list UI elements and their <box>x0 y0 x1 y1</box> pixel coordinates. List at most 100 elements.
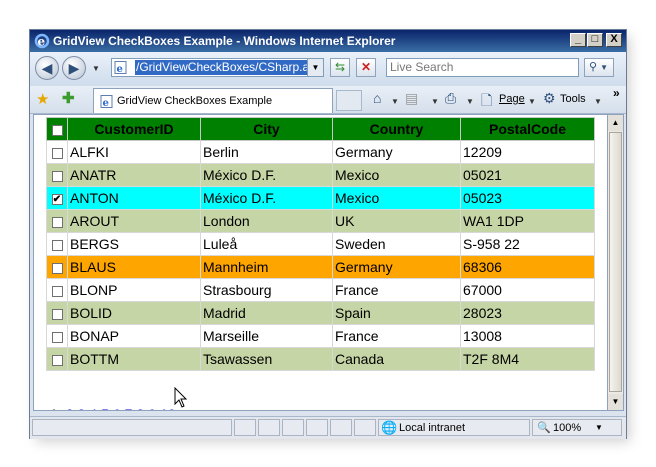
column-header-customerid[interactable]: CustomerID <box>67 117 201 141</box>
table-row[interactable]: BLONP Strasbourg France 67000 <box>46 278 595 302</box>
print-dropdown-icon[interactable]: ▼ <box>466 97 474 106</box>
table-row[interactable]: BOTTM Tsawassen Canada T2F 8M4 <box>46 347 595 371</box>
zoom-icon: 🔍 <box>537 422 551 434</box>
scroll-up-arrow-icon[interactable]: ▲ <box>608 115 623 131</box>
refresh-button[interactable]: ⇆ <box>330 58 350 77</box>
row-checkbox[interactable] <box>51 285 63 297</box>
row-checkbox-cell <box>46 347 68 371</box>
security-zone-label: Local intranet <box>399 422 466 434</box>
search-icon: ⚲ <box>589 61 598 73</box>
row-checkbox[interactable] <box>51 216 63 228</box>
column-header-city[interactable]: City <box>200 117 333 141</box>
column-header-postalcode[interactable]: PostalCode <box>460 117 595 141</box>
svg-text:e: e <box>103 98 109 108</box>
row-checkbox-cell: ✔ <box>46 186 68 210</box>
vertical-scrollbar[interactable]: ▲ ▼ <box>607 114 624 411</box>
select-all-header <box>46 117 68 141</box>
back-arrow-icon: ◀ <box>41 60 53 76</box>
tab-gridview-checkboxes[interactable]: e GridView CheckBoxes Example <box>93 88 333 113</box>
globe-icon: 🌐 <box>381 420 398 435</box>
zoom-dropdown-icon[interactable]: ▼ <box>595 423 603 432</box>
address-bar[interactable]: e /GridViewCheckBoxes/CSharp.aspx ▼ <box>111 58 324 77</box>
pager-link[interactable]: 4 <box>89 406 97 410</box>
scroll-down-arrow-icon[interactable]: ▼ <box>608 394 623 410</box>
tools-menu[interactable]: Tools <box>560 93 586 105</box>
table-row[interactable]: ALFKI Berlin Germany 12209 <box>46 140 595 164</box>
cell-country: Spain <box>332 301 461 325</box>
feeds-icon[interactable]: ▤ <box>405 90 418 107</box>
cell-customerid: AROUT <box>67 209 201 233</box>
pager-link[interactable]: 7 <box>125 406 133 410</box>
add-favorites-icon[interactable]: ✚ <box>62 89 75 107</box>
cell-customerid: BOTTM <box>67 347 201 371</box>
table-row[interactable]: BERGS Luleå Sweden S-958 22 <box>46 232 595 256</box>
table-row[interactable]: BONAP Marseille France 13008 <box>46 324 595 348</box>
svg-text:e: e <box>117 64 123 74</box>
row-checkbox[interactable] <box>51 147 63 159</box>
status-segment <box>234 419 256 436</box>
stop-button[interactable]: ✕ <box>356 58 376 77</box>
search-input[interactable]: Live Search <box>386 58 579 77</box>
row-checkbox-cell <box>46 324 68 348</box>
table-row[interactable]: AROUT London UK WA1 1DP <box>46 209 595 233</box>
address-toolbar: ◀ ▶ ▼ e /GridViewCheckBoxes/CSharp.aspx … <box>30 52 626 86</box>
print-icon[interactable]: ⎙ <box>445 90 456 107</box>
pager-link[interactable]: 2 <box>66 406 74 410</box>
cell-postalcode: 68306 <box>460 255 595 279</box>
pager-link[interactable]: 9 <box>148 406 156 410</box>
row-checkbox-cell <box>46 255 68 279</box>
favorites-star-icon[interactable]: ★ <box>36 90 49 108</box>
row-checkbox[interactable] <box>51 354 63 366</box>
cell-customerid: ANTON <box>67 186 201 210</box>
cell-city: Mannheim <box>200 255 333 279</box>
window-title: GridView CheckBoxes Example - Windows In… <box>53 34 396 48</box>
home-dropdown-icon[interactable]: ▼ <box>391 97 399 106</box>
select-all-checkbox[interactable] <box>51 124 63 136</box>
cell-country: Canada <box>332 347 461 371</box>
tab-page-icon: e <box>100 95 113 108</box>
zoom-segment[interactable]: 🔍 100% ▼ <box>532 419 622 436</box>
close-button[interactable]: X <box>606 33 622 47</box>
scrollbar-thumb[interactable] <box>609 132 622 392</box>
forward-button[interactable]: ▶ <box>62 56 86 80</box>
tools-menu-dropdown-icon[interactable]: ▼ <box>594 97 602 106</box>
pager-link[interactable]: 5 <box>101 406 109 410</box>
cell-city: Strasbourg <box>200 278 333 302</box>
minimize-button[interactable]: _ <box>570 33 586 47</box>
address-url[interactable]: /GridViewCheckBoxes/CSharp.aspx <box>135 60 307 75</box>
back-button[interactable]: ◀ <box>35 56 59 80</box>
row-checkbox[interactable] <box>51 262 63 274</box>
row-checkbox[interactable] <box>51 239 63 251</box>
page-menu-dropdown-icon[interactable]: ▼ <box>528 97 536 106</box>
address-dropdown-icon[interactable]: ▼ <box>307 59 323 76</box>
row-checkbox[interactable] <box>51 170 63 182</box>
history-dropdown-icon[interactable]: ▼ <box>92 64 100 73</box>
feeds-dropdown-icon[interactable]: ▼ <box>431 97 439 106</box>
table-row[interactable]: ✔ ANTON México D.F. Mexico 05023 <box>46 186 595 210</box>
status-segment <box>306 419 328 436</box>
cell-city: Luleå <box>200 232 333 256</box>
cell-customerid: BONAP <box>67 324 201 348</box>
pager-link[interactable]: 6 <box>113 406 121 410</box>
search-button[interactable]: ⚲ ▼ <box>584 58 614 77</box>
table-row[interactable]: ANATR México D.F. Mexico 05021 <box>46 163 595 187</box>
chevron-more-icon[interactable]: » <box>613 86 620 100</box>
column-header-country[interactable]: Country <box>332 117 461 141</box>
page-menu[interactable]: Page <box>499 93 525 105</box>
pager-link[interactable]: 3 <box>77 406 85 410</box>
home-icon[interactable]: ⌂ <box>373 90 381 106</box>
row-checkbox[interactable]: ✔ <box>51 193 63 205</box>
cell-country: France <box>332 324 461 348</box>
row-checkbox[interactable] <box>51 331 63 343</box>
row-checkbox-cell <box>46 301 68 325</box>
security-zone-segment[interactable]: 🌐 Local intranet <box>378 419 530 436</box>
status-segment <box>354 419 376 436</box>
zoom-level: 100% <box>553 422 582 434</box>
new-tab-button[interactable] <box>336 90 362 111</box>
row-checkbox[interactable] <box>51 308 63 320</box>
pager-link[interactable]: 8 <box>136 406 144 410</box>
maximize-button[interactable]: □ <box>587 33 603 47</box>
table-row[interactable]: BOLID Madrid Spain 28023 <box>46 301 595 325</box>
forward-arrow-icon: ▶ <box>68 60 80 76</box>
table-row[interactable]: BLAUS Mannheim Germany 68306 <box>46 255 595 279</box>
